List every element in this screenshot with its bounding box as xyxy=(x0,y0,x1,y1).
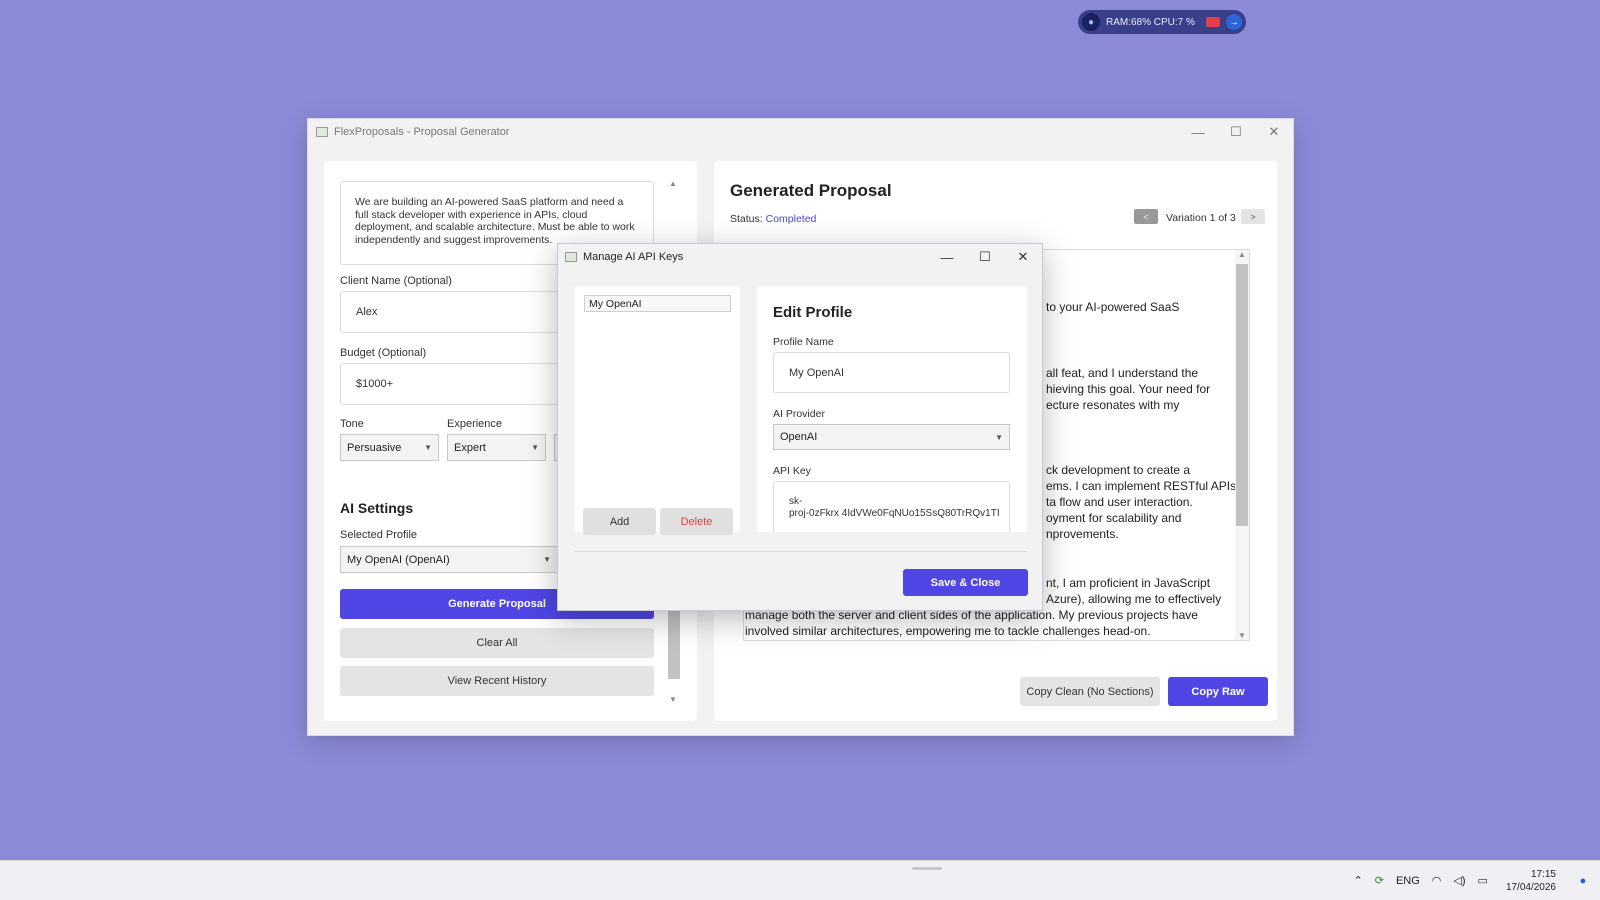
status-value: Completed xyxy=(765,213,817,225)
client-name-input[interactable]: Alex xyxy=(340,291,570,333)
proposal-line: to your AI-powered SaaS xyxy=(1046,300,1180,314)
add-profile-button[interactable]: Add xyxy=(583,508,656,535)
scroll-up-icon[interactable]: ▲ xyxy=(1235,250,1249,259)
scroll-thumb[interactable] xyxy=(668,609,680,679)
system-monitor-widget[interactable]: ● RAM:68% CPU:7 % → xyxy=(1078,10,1246,34)
scroll-down-icon[interactable]: ▼ xyxy=(1235,631,1249,640)
minimize-button[interactable]: — xyxy=(928,244,966,270)
record-icon[interactable] xyxy=(1206,17,1220,27)
copy-clean-button[interactable]: Copy Clean (No Sections) xyxy=(1020,677,1160,706)
app-icon xyxy=(565,252,577,262)
experience-label: Experience xyxy=(447,418,503,430)
clock[interactable]: 17:15 17/04/2026 xyxy=(1506,868,1556,894)
proposal-line: involved similar architectures, empoweri… xyxy=(745,624,1151,638)
previous-variation-button[interactable]: < xyxy=(1134,209,1158,224)
dialog-titlebar: Manage AI API Keys — ☐ ✕ xyxy=(558,244,1042,270)
profile-value: My OpenAI (OpenAI) xyxy=(347,553,450,566)
api-key-input[interactable]: sk- proj-0zFkrx 4IdVWe0FqNUo15SsQ80TrRQv… xyxy=(773,481,1010,532)
experience-value: Expert xyxy=(454,441,486,454)
close-button[interactable]: ✕ xyxy=(1004,244,1042,270)
window-title: FlexProposals - Proposal Generator xyxy=(334,126,510,138)
copy-raw-button[interactable]: Copy Raw xyxy=(1168,677,1268,706)
microphone-icon[interactable]: ● xyxy=(1082,13,1100,31)
generated-proposal-title: Generated Proposal xyxy=(730,181,892,200)
api-key-line: sk- xyxy=(789,496,803,507)
proposal-line: ta flow and user interaction. xyxy=(1046,495,1193,509)
experience-select[interactable]: Expert ▼ xyxy=(447,434,546,461)
proposal-line: hieving this goal. Your need for xyxy=(1046,382,1211,396)
tone-select[interactable]: Persuasive ▼ xyxy=(340,434,439,461)
dialog-title: Manage AI API Keys xyxy=(583,251,684,263)
budget-input[interactable]: $1000+ xyxy=(340,363,570,405)
profile-name-input[interactable]: My OpenAI xyxy=(773,352,1010,393)
proposal-line: ems. I can implement RESTful APIs xyxy=(1046,479,1237,493)
chevron-down-icon: ▼ xyxy=(531,443,539,452)
wifi-icon[interactable]: ◠ xyxy=(1432,874,1442,887)
variation-label: Variation 1 of 3 xyxy=(1166,212,1236,224)
ai-provider-label: AI Provider xyxy=(773,408,825,420)
profile-list-item[interactable]: My OpenAI xyxy=(584,295,731,312)
client-name-value: Alex xyxy=(356,306,378,318)
clear-all-button[interactable]: Clear All xyxy=(340,628,654,658)
dialog-divider xyxy=(574,551,1027,552)
proposal-line: nprovements. xyxy=(1046,527,1119,541)
maximize-button[interactable]: ☐ xyxy=(1217,119,1255,145)
maximize-button[interactable]: ☐ xyxy=(966,244,1004,270)
arrow-right-icon[interactable]: → xyxy=(1226,14,1242,30)
app-icon xyxy=(316,127,328,137)
tone-label: Tone xyxy=(340,418,364,430)
api-key-line: proj-0zFkrx 4IdVWe0FqNUo15SsQ80TrRQv1TI xyxy=(789,508,1000,519)
system-stats: RAM:68% CPU:7 % xyxy=(1106,16,1195,28)
chevron-down-icon: ▼ xyxy=(995,432,1003,442)
budget-value: $1000+ xyxy=(356,378,394,390)
main-titlebar: FlexProposals - Proposal Generator — ☐ ✕ xyxy=(308,119,1293,145)
ai-settings-title: AI Settings xyxy=(340,500,414,516)
chevron-up-icon[interactable]: ⌃ xyxy=(1354,874,1363,887)
profile-select[interactable]: My OpenAI (OpenAI) ▼ xyxy=(340,546,558,573)
chevron-down-icon: ▼ xyxy=(424,443,432,452)
client-name-label: Client Name (Optional) xyxy=(340,275,452,287)
profile-name-value: My OpenAI xyxy=(789,366,845,379)
battery-icon[interactable]: ▭ xyxy=(1478,874,1488,887)
taskbar: ⌃ ⟳ ENG ◠ ◁) ▭ 17:15 17/04/2026 ● xyxy=(0,860,1600,900)
system-tray: ⌃ ⟳ ENG ◠ ◁) ▭ 17:15 17/04/2026 ● xyxy=(1354,868,1590,894)
next-variation-button[interactable]: > xyxy=(1241,209,1265,224)
status-line: Status: Completed xyxy=(730,213,816,225)
date: 17/04/2026 xyxy=(1505,881,1556,893)
taskbar-handle[interactable] xyxy=(912,867,942,870)
provider-value: OpenAI xyxy=(780,431,818,443)
proposal-line: all feat, and I understand the xyxy=(1046,366,1199,380)
budget-label: Budget (Optional) xyxy=(340,347,427,359)
delete-profile-button[interactable]: Delete xyxy=(660,508,733,535)
close-button[interactable]: ✕ xyxy=(1255,119,1293,145)
minimize-button[interactable]: — xyxy=(1179,119,1217,145)
tone-value: Persuasive xyxy=(347,441,402,454)
chevron-down-icon: ▼ xyxy=(543,555,551,564)
selected-profile-label: Selected Profile xyxy=(340,529,418,541)
scroll-up-icon[interactable]: ▲ xyxy=(666,179,680,188)
view-history-button[interactable]: View Recent History xyxy=(340,666,654,696)
edit-profile-title: Edit Profile xyxy=(773,304,853,321)
proposal-line: oyment for scalability and xyxy=(1046,511,1182,525)
proposal-line: Azure), allowing me to effectively xyxy=(1046,592,1222,606)
proposal-line: nt, I am proficient in JavaScript xyxy=(1046,576,1211,590)
profiles-list: My OpenAI Add Delete xyxy=(574,286,740,535)
manage-api-keys-dialog: Manage AI API Keys — ☐ ✕ My OpenAI Add D… xyxy=(557,243,1043,611)
scroll-thumb[interactable] xyxy=(1236,264,1248,526)
proposal-line: ck development to create a xyxy=(1046,463,1191,477)
profile-name-label: Profile Name xyxy=(773,336,834,348)
scroll-down-icon[interactable]: ▼ xyxy=(666,695,680,704)
time: 17:15 xyxy=(1530,868,1556,880)
volume-icon[interactable]: ◁) xyxy=(1453,874,1465,887)
proposal-line: ecture resonates with my xyxy=(1046,398,1180,412)
proposal-scrollbar[interactable]: ▲ ▼ xyxy=(1235,250,1249,640)
language-indicator[interactable]: ENG xyxy=(1396,875,1420,887)
status-label: Status: xyxy=(730,213,763,225)
edit-profile-panel: Edit Profile Profile Name My OpenAI AI P… xyxy=(757,286,1027,532)
sync-icon[interactable]: ⟳ xyxy=(1375,874,1384,887)
save-close-button[interactable]: Save & Close xyxy=(903,569,1028,596)
ai-provider-select[interactable]: OpenAI ▼ xyxy=(773,424,1010,450)
notification-bell-icon[interactable]: ● xyxy=(1576,875,1590,887)
api-key-label: API Key xyxy=(773,465,811,477)
